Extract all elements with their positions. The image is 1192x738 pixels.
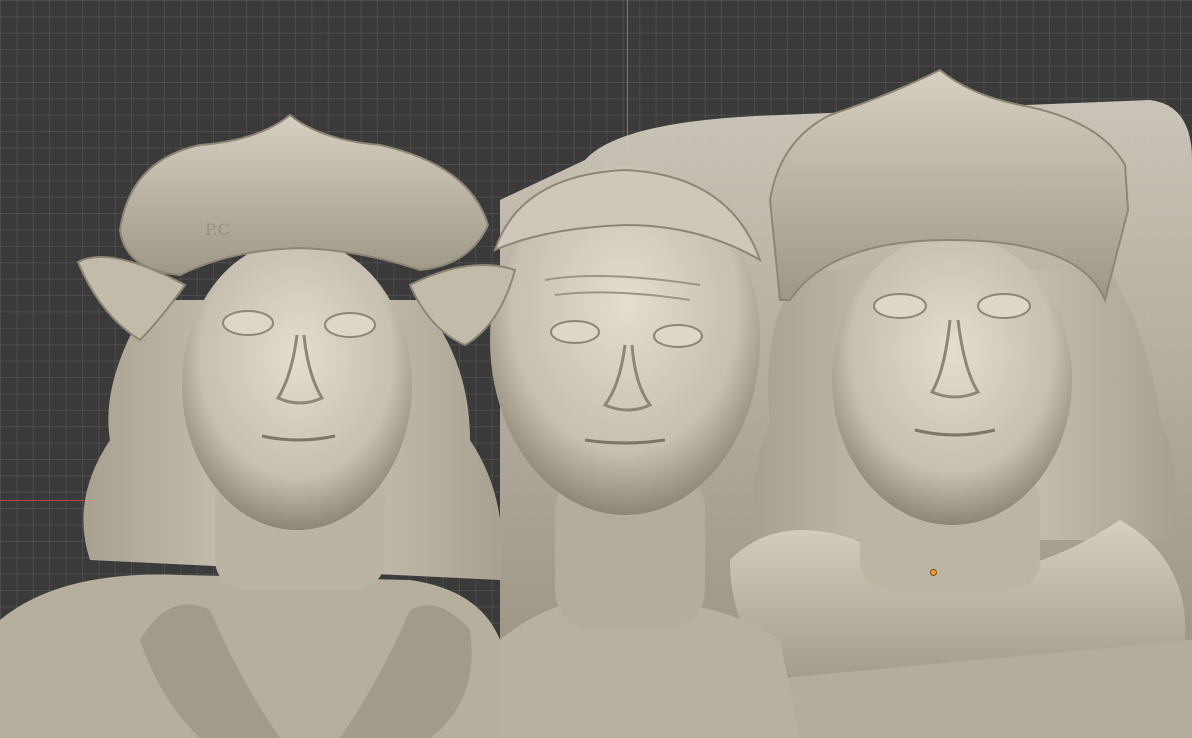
left-figure-right-eye [324,312,376,338]
center-figure-right-eye [653,324,703,348]
right-figure-right-eye [977,293,1031,319]
cap-inscription: P.C [205,220,230,239]
3d-viewport[interactable]: P.C [0,0,1192,738]
right-figure[interactable] [730,68,1192,738]
pivot-point-icon[interactable] [930,569,937,576]
right-figure-face [832,235,1072,525]
left-figure[interactable]: P.C [0,113,517,738]
left-figure-left-eye [222,310,274,336]
center-figure-left-eye [550,320,600,344]
left-figure-face [182,240,412,530]
sculpture-model[interactable]: P.C [0,0,1192,738]
right-figure-left-eye [873,293,927,319]
